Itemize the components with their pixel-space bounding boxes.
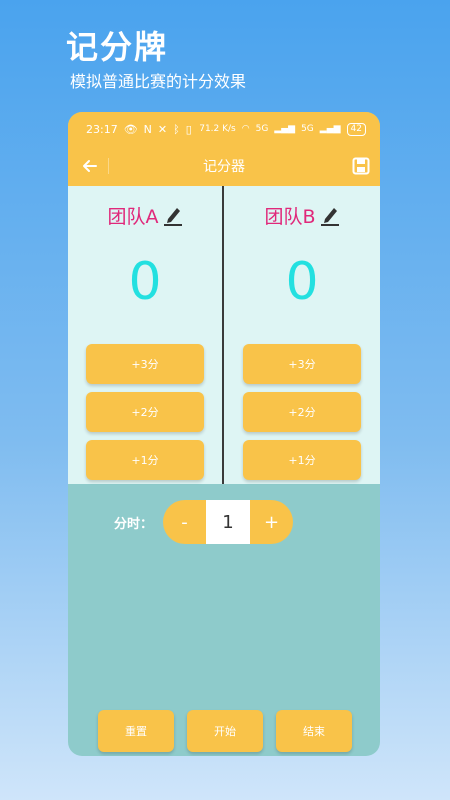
promo-subtitle: 模拟普通比赛的计分效果 <box>70 72 247 91</box>
page-title: 记分器 <box>203 159 245 175</box>
team-a-score: 0 <box>128 252 162 312</box>
phone-screen: 23:17 👁 N ✕ ᛒ ▯ 71.2 K/s ◠ 5G ▂▄▆ 5G ▂▄▆… <box>68 112 380 756</box>
nfc-icon: N <box>143 122 152 136</box>
team-a-plus2-button[interactable]: +2分 <box>86 392 204 432</box>
team-a-name[interactable]: 团队A <box>108 202 159 229</box>
period-label: 分时： <box>114 516 154 532</box>
signal-icon: ▂▄▆ <box>319 124 341 134</box>
wifi-icon: ◠ <box>241 124 250 134</box>
save-icon[interactable] <box>352 157 370 175</box>
team-a-plus3-button[interactable]: +3分 <box>86 344 204 384</box>
arrow-left-icon[interactable] <box>80 156 100 176</box>
team-b-plus2-button[interactable]: +2分 <box>243 392 361 432</box>
app-bar: 记分器 <box>68 146 380 186</box>
app-bar-divider <box>108 158 109 174</box>
team-b-plus1-button[interactable]: +1分 <box>243 440 361 480</box>
period-stepper: - 1 + <box>163 500 294 544</box>
battery-icon: 42 <box>346 122 366 136</box>
mute-icon: ✕ <box>157 122 168 136</box>
end-button[interactable]: 结束 <box>276 710 352 752</box>
team-b-name[interactable]: 团队B <box>264 202 315 229</box>
team-a-column: 团队A 0 +3分 +2分 +1分 <box>68 186 224 484</box>
team-a-buttons: +3分 +2分 +1分 <box>86 344 204 480</box>
status-time: 23:17 <box>86 122 118 136</box>
period-row: 分时： - 1 + <box>114 500 294 544</box>
team-b-buttons: +3分 +2分 +1分 <box>243 344 361 480</box>
network-speed: 71.2 K/s <box>199 124 236 134</box>
period-decrement-button[interactable]: - <box>163 500 206 544</box>
period-value[interactable]: 1 <box>206 500 251 544</box>
pencil-icon[interactable] <box>320 204 340 226</box>
network-type-2: 5G <box>301 124 314 134</box>
network-type-1: 5G <box>255 124 269 134</box>
bluetooth-icon: ᛒ <box>173 122 180 136</box>
eye-icon: 👁 <box>123 122 138 136</box>
signal-icon: ▂▄▆ <box>274 124 296 134</box>
reset-button[interactable]: 重置 <box>98 710 174 752</box>
bottom-controls: 重置 开始 结束 <box>98 710 352 752</box>
period-increment-button[interactable]: + <box>250 500 293 544</box>
pencil-icon[interactable] <box>163 204 183 226</box>
team-b-score: 0 <box>285 252 319 312</box>
team-b-header: 团队B <box>264 202 339 228</box>
team-b-column: 团队B 0 +3分 +2分 +1分 <box>224 186 380 484</box>
vibrate-icon: ▯ <box>185 122 192 136</box>
team-a-header: 团队A <box>108 202 183 228</box>
start-button[interactable]: 开始 <box>187 710 263 752</box>
team-b-plus3-button[interactable]: +3分 <box>243 344 361 384</box>
score-panel: 团队A 0 +3分 +2分 +1分 团队B 0 +3分 +2分 +1分 <box>68 186 380 484</box>
team-a-plus1-button[interactable]: +1分 <box>86 440 204 480</box>
promo-title: 记分牌 <box>66 28 169 66</box>
status-bar: 23:17 👁 N ✕ ᛒ ▯ 71.2 K/s ◠ 5G ▂▄▆ 5G ▂▄▆… <box>68 112 380 146</box>
